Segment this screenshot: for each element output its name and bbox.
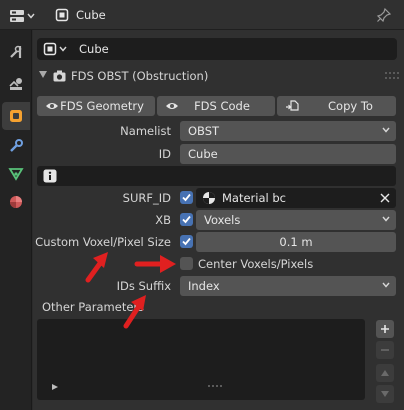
annotation-arrows [85,252,176,329]
annotation-arrow-ids-suffix [123,295,146,329]
annotation-arrow-center-voxels [134,255,176,273]
annotation-arrow-custom-voxel [85,252,108,283]
